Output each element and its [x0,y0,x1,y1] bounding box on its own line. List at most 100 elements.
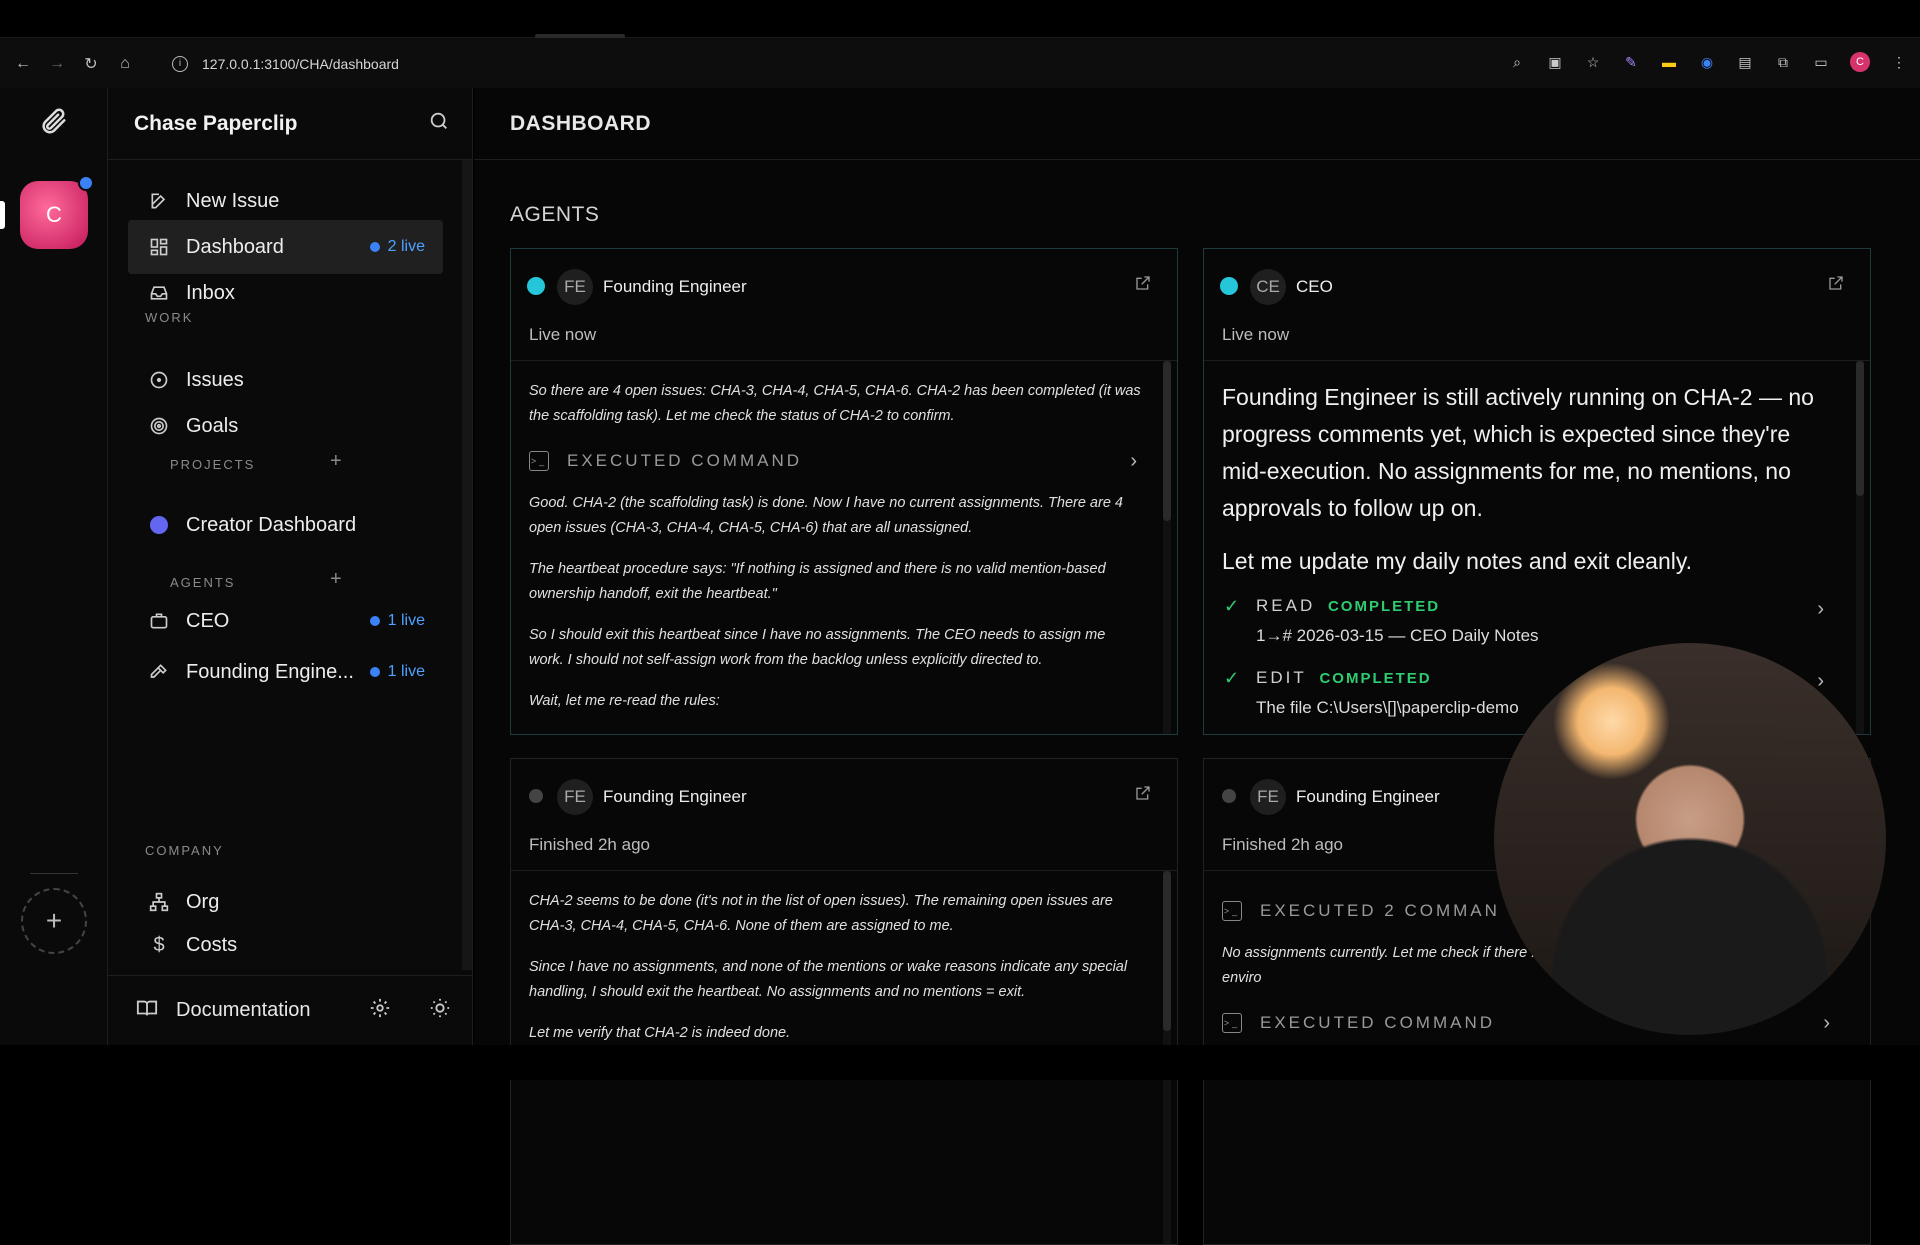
external-link-icon[interactable] [1135,275,1151,291]
command-label: EXECUTED COMMAND [567,451,803,470]
inbox-icon [148,282,170,304]
card-header: FE Founding Engineer Finished 2h ago [511,759,1177,871]
agents-section-title: AGENTS [510,203,600,226]
home-icon[interactable]: ⌂ [114,53,136,75]
idle-status-dot [1222,789,1236,803]
sidebar-item-costs[interactable]: $ Costs [128,926,443,962]
agent-avatar: FE [557,269,593,305]
sidebar-item-founding-engineer[interactable]: Founding Engine... 1 live [128,645,443,699]
idle-status-dot [529,789,543,803]
terminal-icon: >_ [1222,1013,1242,1033]
agent-name: Founding Engineer [1296,787,1440,806]
bookmark-star-icon[interactable]: ☆ [1584,53,1602,71]
agent-run-card[interactable]: FE Founding Engineer Live now So there a… [510,248,1178,735]
active-tab-indicator[interactable] [535,34,625,38]
company-name: Chase Paperclip [134,111,298,135]
scroll-thumb[interactable] [1856,361,1864,496]
browser-chrome: ← → ↻ ⌂ i 127.0.0.1:3100/CHA/dashboard ⌕… [0,0,1920,88]
sidebar: Chase Paperclip New Issue Dashboard 2 li… [108,88,473,1045]
live-count: 1 live [387,612,425,629]
extension-note-icon[interactable]: ▬ [1660,53,1678,71]
menu-kebab-icon[interactable]: ⋮ [1890,53,1908,71]
sidebar-item-label: Founding Engine... [186,660,354,683]
sidebar-item-label: Dashboard [186,235,284,258]
extensions-puzzle-icon[interactable]: ⧉ [1774,53,1792,71]
bottom-letterbox [0,1045,1920,1080]
agent-name: Founding Engineer [603,277,747,296]
profile-avatar[interactable]: C [1850,52,1870,72]
section-agents: AGENTS [170,575,236,590]
terminal-icon: >_ [529,451,549,471]
extension-circle-icon[interactable]: ◉ [1698,53,1716,71]
check-icon: ✓ [1224,596,1240,616]
settings-gear-icon[interactable] [369,997,391,1025]
executed-command-row[interactable]: >_ EXECUTED COMMAND › [529,439,1141,483]
project-color-icon [148,514,170,536]
add-project-icon[interactable]: + [330,450,342,473]
address-bar[interactable]: i 127.0.0.1:3100/CHA/dashboard [172,56,399,72]
company-avatar[interactable]: C [20,175,94,249]
sidebar-header: Chase Paperclip [108,88,472,160]
live-status-dot [1220,277,1238,295]
live-dot-icon [369,667,380,677]
rail-divider [30,873,78,874]
sidebar-scrollbar[interactable] [462,160,472,970]
run-status: Live now [1222,325,1290,344]
hammer-icon [148,661,170,683]
sidebar-item-label: CEO [186,609,230,632]
scroll-thumb[interactable] [1163,871,1171,1031]
forward-icon[interactable]: → [46,53,68,75]
search-icon[interactable] [428,110,450,137]
company-initial: C [46,202,62,227]
section-work: WORK [145,310,194,325]
chevron-right-icon: › [1817,670,1824,692]
tool-name: EDIT [1256,668,1307,687]
reload-icon[interactable]: ↻ [80,53,102,75]
org-chart-icon [148,891,170,913]
external-link-icon[interactable] [1828,275,1844,291]
transcript-scrollbar[interactable] [1856,361,1864,734]
sidepanel-icon[interactable]: ▭ [1812,53,1830,71]
scroll-thumb[interactable] [1163,361,1171,521]
site-info-icon[interactable]: i [172,56,188,72]
live-dot-icon [369,616,380,626]
transcript-message: Founding Engineer is still actively runn… [1222,384,1814,521]
terminal-icon: >_ [1222,901,1242,921]
selected-company-indicator [0,201,5,229]
extension-edit-icon[interactable]: ▤ [1736,53,1754,71]
transcript-message: Good. CHA-2 (the scaffolding task) is do… [529,495,1123,536]
add-agent-icon[interactable]: + [330,568,342,591]
transcript-scrollbar[interactable] [1163,361,1171,734]
sidebar-item-ceo[interactable]: CEO 1 live [128,594,443,648]
transcript-message: CHA-2 seems to be done (it's not in the … [529,893,1113,934]
dashboard-icon [148,236,170,258]
briefcase-icon [148,610,170,632]
agent-run-card[interactable]: FE Founding Engineer Finished 2h ago CHA… [510,758,1178,1245]
live-dot-icon [369,242,380,252]
external-link-icon[interactable] [1135,785,1151,801]
sidebar-item-goals[interactable]: Goals [128,399,443,453]
documentation-link[interactable]: Documentation [176,999,311,1022]
agent-name: Founding Engineer [603,787,747,806]
back-icon[interactable]: ← [12,53,34,75]
run-status: Finished 2h ago [529,835,650,854]
card-header: CE CEO Live now [1204,249,1870,361]
command-label: EXECUTED 2 COMMAN [1260,901,1500,920]
company-rail: C + [0,88,108,1045]
extension-pen-icon[interactable]: ✎ [1622,53,1640,71]
sidebar-item-label: Inbox [186,281,235,304]
dollar-icon: $ [153,933,165,956]
live-badge: 2 live [369,238,425,256]
sidebar-item-project[interactable]: Creator Dashboard [128,498,443,552]
card-header: FE Founding Engineer Live now [511,249,1177,361]
agent-avatar: FE [1250,779,1286,815]
zoom-icon[interactable]: ⌕ [1508,53,1526,71]
transcript: So there are 4 open issues: CHA-3, CHA-4… [511,361,1177,734]
url-text[interactable]: 127.0.0.1:3100/CHA/dashboard [202,56,399,72]
theme-sun-icon[interactable] [429,997,451,1025]
install-app-icon[interactable]: ▣ [1546,53,1564,71]
page-title: DASHBOARD [474,88,1920,160]
target-icon [148,415,170,437]
add-company-button[interactable]: + [21,888,87,954]
sidebar-item-org[interactable]: Org [128,875,443,929]
